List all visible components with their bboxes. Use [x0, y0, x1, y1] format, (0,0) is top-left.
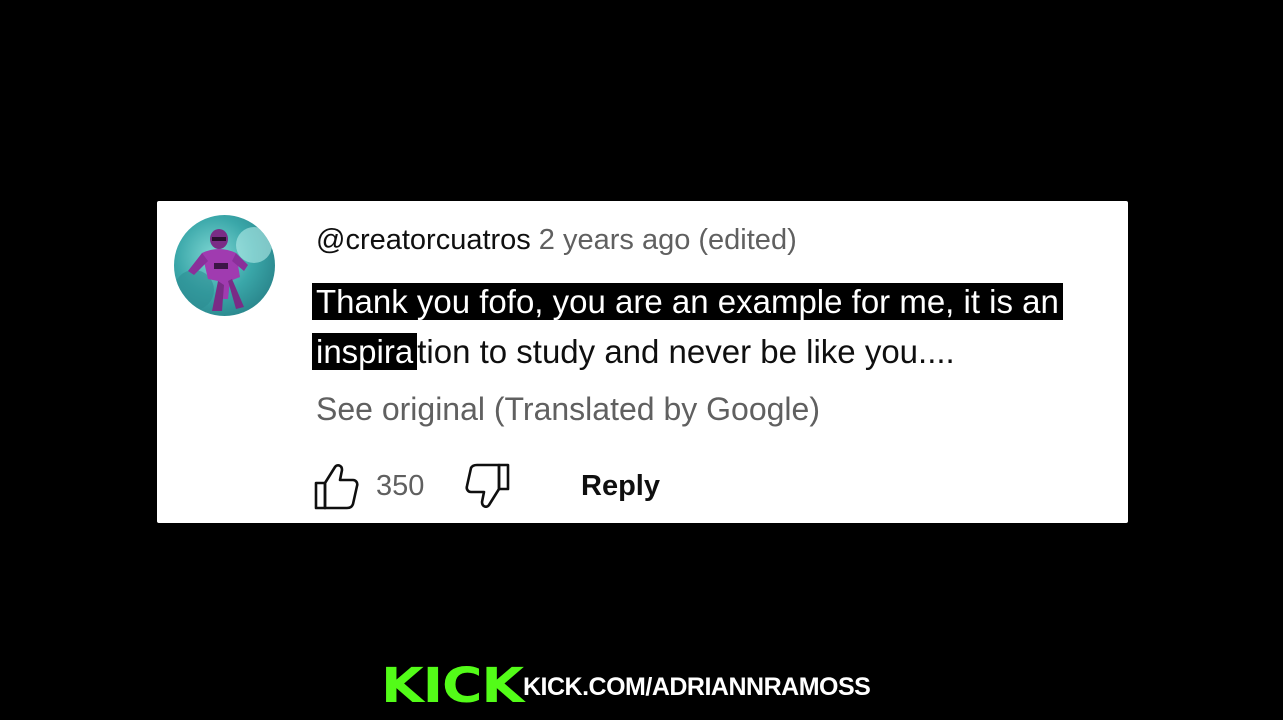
kick-footer: KICK KICK.COM/ADRIANNRAMOSS [381, 662, 901, 712]
comment-text-line-2: inspira tion to study and never be like y… [312, 327, 1116, 377]
dislike-button[interactable] [464, 461, 512, 511]
comment-text-line-1: Thank you fofo, you are an example for m… [312, 277, 1116, 327]
see-original-link[interactable]: See original (Translated by Google) [316, 389, 820, 429]
avatar[interactable] [174, 215, 275, 316]
redaction-highlight-partial: inspira [312, 333, 418, 370]
comment-username[interactable]: @creatorcuatros [316, 224, 531, 256]
kick-channel-url: KICK.COM/ADRIANNRAMOSS [523, 673, 871, 701]
avatar-image [174, 227, 272, 311]
reply-button[interactable]: Reply [581, 467, 660, 505]
thumbs-down-outline-icon [465, 463, 510, 508]
comment-timestamp[interactable]: 2 years ago (edited) [539, 224, 797, 256]
kick-logo: KICK [381, 658, 524, 714]
comment-card: @creatorcuatros 2 years ago (edited) Than… [157, 201, 1128, 523]
comment-text: Thank you fofo, you are an example for m… [312, 277, 1116, 377]
comment-header: @creatorcuatros 2 years ago (edited) [316, 221, 797, 259]
comment-text-rest: tion to study and never be like you.... [417, 333, 955, 370]
thumbs-up-outline-icon [314, 464, 359, 510]
like-count: 350 [376, 470, 425, 502]
like-button[interactable] [312, 461, 360, 511]
redaction-highlight: Thank you fofo, you are an example for m… [312, 283, 1063, 320]
comment-actions: 350 Reply [312, 461, 812, 511]
